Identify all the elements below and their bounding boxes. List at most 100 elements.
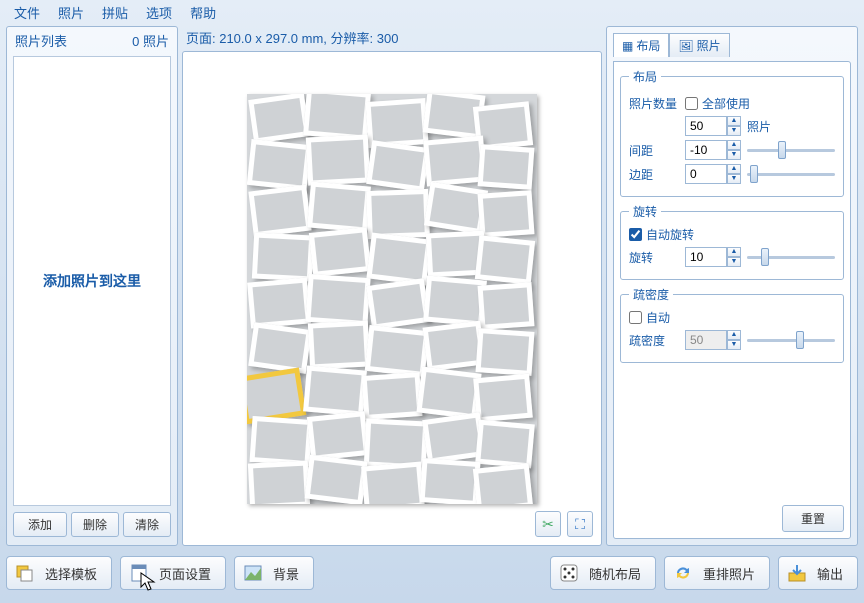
- count-spinner[interactable]: ▲▼: [685, 116, 741, 136]
- menu-file[interactable]: 文件: [6, 0, 48, 25]
- count-input[interactable]: [685, 116, 727, 136]
- photo-placeholder[interactable]: [420, 458, 481, 504]
- photo-placeholder[interactable]: [473, 373, 533, 422]
- photo-placeholder[interactable]: [306, 134, 370, 185]
- margin-input[interactable]: [685, 164, 727, 184]
- photo-placeholder[interactable]: [305, 273, 370, 325]
- photo-placeholder[interactable]: [362, 372, 423, 420]
- spin-down-icon[interactable]: ▼: [727, 126, 741, 136]
- photo-placeholder[interactable]: [248, 184, 311, 237]
- photo-placeholder[interactable]: [365, 324, 429, 376]
- photo-placeholder[interactable]: [361, 461, 425, 504]
- photo-placeholder[interactable]: [309, 227, 371, 277]
- photo-placeholder[interactable]: [478, 282, 535, 330]
- photo-placeholder[interactable]: [475, 235, 535, 285]
- density-label: 疏密度: [629, 332, 679, 349]
- spin-up-icon[interactable]: ▲: [727, 116, 741, 126]
- photo-placeholder[interactable]: [247, 277, 311, 328]
- photo-dropzone[interactable]: 添加照片到这里: [13, 56, 171, 506]
- photo-placeholder[interactable]: [248, 460, 310, 504]
- spin-up-icon[interactable]: ▲: [727, 164, 741, 174]
- auto-density-input[interactable]: [629, 311, 642, 324]
- menu-options[interactable]: 选项: [138, 0, 180, 25]
- photo-placeholder[interactable]: [247, 138, 311, 190]
- auto-rotate-label: 自动旋转: [646, 226, 694, 243]
- auto-rotate-input[interactable]: [629, 228, 642, 241]
- right-panel: ▦布局 🖼照片 布局 照片数量 全部使用 ▲▼ 照片 间距: [606, 26, 858, 546]
- menu-photo[interactable]: 照片: [50, 0, 92, 25]
- photo-placeholder[interactable]: [307, 411, 369, 461]
- photo-placeholder[interactable]: [307, 181, 371, 232]
- spin-down-icon[interactable]: ▼: [727, 174, 741, 184]
- delete-button[interactable]: 删除: [71, 512, 119, 537]
- menubar: 文件 照片 拼贴 选项 帮助: [0, 0, 864, 24]
- rearrange-button[interactable]: 重排照片: [664, 556, 770, 590]
- photo-placeholder[interactable]: [475, 419, 535, 468]
- spin-down-icon[interactable]: ▼: [727, 150, 741, 160]
- photo-placeholder[interactable]: [248, 94, 310, 144]
- photo-placeholder[interactable]: [366, 232, 431, 285]
- auto-density-label: 自动: [646, 309, 670, 326]
- fit-tool[interactable]: ⛶: [567, 511, 593, 537]
- density-slider[interactable]: [747, 331, 835, 349]
- photo-placeholder[interactable]: [473, 463, 533, 504]
- photo-placeholder[interactable]: [248, 322, 312, 374]
- count-label: 照片数量: [629, 95, 679, 112]
- photo-placeholder[interactable]: [249, 415, 312, 465]
- auto-density-checkbox[interactable]: 自动: [629, 309, 835, 326]
- collage-canvas[interactable]: [247, 94, 537, 504]
- spacing-label: 间距: [629, 142, 679, 159]
- rotation-spinner[interactable]: ▲▼: [685, 247, 741, 267]
- photo-placeholder[interactable]: [252, 232, 314, 281]
- spacing-spinner[interactable]: ▲▼: [685, 140, 741, 160]
- spacing-slider[interactable]: [747, 141, 835, 159]
- page-setup-label: 页面设置: [159, 564, 211, 583]
- photo-placeholder[interactable]: [478, 144, 535, 190]
- photo-list-title: 照片列表: [15, 31, 67, 50]
- photo-placeholder[interactable]: [366, 278, 430, 330]
- photo-placeholder[interactable]: [476, 328, 535, 376]
- margin-spinner[interactable]: ▲▼: [685, 164, 741, 184]
- rotation-input[interactable]: [685, 247, 727, 267]
- photo-placeholder[interactable]: [305, 454, 368, 503]
- spin-up-icon[interactable]: ▲: [727, 140, 741, 150]
- clear-button[interactable]: 清除: [123, 512, 171, 537]
- rotation-label: 旋转: [629, 249, 679, 266]
- add-button[interactable]: 添加: [13, 512, 67, 537]
- use-all-input[interactable]: [685, 97, 698, 110]
- menu-collage[interactable]: 拼贴: [94, 0, 136, 25]
- tab-layout[interactable]: ▦布局: [613, 33, 669, 57]
- density-spinner[interactable]: ▲▼: [685, 330, 741, 350]
- rotation-slider[interactable]: [747, 248, 835, 266]
- crop-tool[interactable]: ✂: [535, 511, 561, 537]
- spin-down-icon[interactable]: ▼: [727, 257, 741, 267]
- tab-photo[interactable]: 🖼照片: [669, 33, 729, 57]
- photo-placeholder[interactable]: [303, 365, 367, 416]
- reset-button[interactable]: 重置: [782, 505, 844, 532]
- menu-help[interactable]: 帮助: [182, 0, 224, 25]
- use-all-label: 全部使用: [702, 95, 750, 112]
- rearrange-label: 重排照片: [703, 564, 755, 583]
- auto-rotate-checkbox[interactable]: 自动旋转: [629, 226, 835, 243]
- spin-up-icon[interactable]: ▲: [727, 247, 741, 257]
- photo-placeholder[interactable]: [303, 94, 371, 141]
- photo-placeholder[interactable]: [366, 188, 430, 238]
- shuffle-label: 随机布局: [589, 564, 641, 583]
- margin-slider[interactable]: [747, 165, 835, 183]
- photo-placeholder[interactable]: [416, 366, 481, 419]
- photo-placeholder[interactable]: [308, 320, 370, 369]
- photo-placeholder[interactable]: [366, 140, 430, 192]
- spin-down-icon[interactable]: ▼: [727, 340, 741, 350]
- spacing-input[interactable]: [685, 140, 727, 160]
- export-icon: [787, 563, 807, 583]
- page-setup-button[interactable]: 页面设置: [120, 556, 226, 590]
- shuffle-button[interactable]: 随机布局: [550, 556, 656, 590]
- use-all-checkbox[interactable]: 全部使用: [685, 95, 750, 112]
- rotation-group: 旋转 自动旋转 旋转 ▲▼: [620, 203, 844, 280]
- export-button[interactable]: 输出: [778, 556, 858, 590]
- template-button[interactable]: 选择模板: [6, 556, 112, 590]
- spin-up-icon[interactable]: ▲: [727, 330, 741, 340]
- background-button[interactable]: 背景: [234, 556, 314, 590]
- photo-placeholder[interactable]: [423, 275, 487, 326]
- photo-placeholder[interactable]: [478, 190, 535, 238]
